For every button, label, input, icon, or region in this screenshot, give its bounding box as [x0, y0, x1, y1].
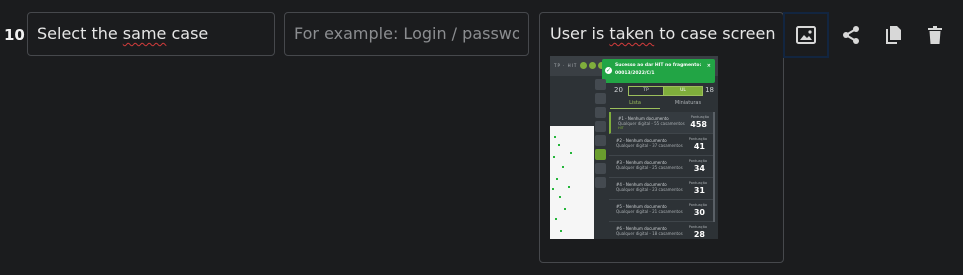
result-screenshot-thumbnail[interactable]: TP · HIT ✓ Sucesso ao dar HIT no fragmen…	[550, 56, 718, 239]
step-number: 10	[4, 26, 25, 44]
thumb-tool-active	[595, 149, 606, 160]
attach-image-button[interactable]	[783, 12, 829, 58]
thumb-result-row: #4 - Nenhum documento Qualquer digital -…	[609, 178, 713, 200]
thumb-dot	[580, 62, 587, 69]
copy-icon	[886, 26, 901, 44]
thumb-scrollbar	[713, 112, 715, 222]
thumb-tab-list: Lista	[610, 100, 660, 109]
thumb-page-left: 20	[614, 86, 623, 94]
thumb-row-subtitle: Qualquer digital - 25 casamentos	[616, 165, 683, 170]
thumb-result-row: #2 - Nenhum documento Qualquer digital -…	[609, 134, 713, 156]
thumb-logo: TP · HIT	[554, 63, 578, 68]
thumb-success-toast: ✓ Sucesso ao dar HIT no fragmento: 00013…	[602, 59, 715, 83]
thumb-row-score-label: Pontuação	[688, 181, 707, 185]
thumb-page-right: 18	[705, 86, 714, 94]
thumb-result-row: #5 - Nenhum documento Qualquer digital -…	[609, 200, 713, 222]
duplicate-step-button[interactable]	[870, 12, 916, 58]
thumb-row-score: 34	[693, 164, 705, 173]
thumb-row-score: 30	[693, 208, 705, 217]
thumb-tool	[595, 107, 606, 118]
thumb-row-score: 41	[693, 142, 705, 151]
thumb-row-subtitle: Qualquer digital - 18 casamentos	[616, 231, 683, 236]
step-data-field[interactable]	[284, 12, 529, 56]
thumb-row-subtitle: Qualquer digital - 55 casamentos	[618, 121, 685, 126]
result-text-misspelled: taken	[609, 24, 655, 43]
step-expected-result-field[interactable]: User is taken to case screen TP · HIT ✓ …	[539, 12, 784, 263]
thumb-tool	[595, 93, 606, 104]
thumb-tool	[595, 121, 606, 132]
thumb-toast-close-icon: ×	[706, 63, 711, 69]
thumb-check-icon: ✓	[605, 67, 612, 74]
action-text-suffix: case	[166, 24, 209, 43]
thumb-tool	[595, 79, 606, 90]
thumb-seg-left: TP	[628, 86, 664, 96]
thumb-row-score-label: Pontuação	[688, 159, 707, 163]
thumb-row-score: 458	[690, 120, 707, 129]
thumb-result-row: #6 - Nenhum documento Qualquer digital -…	[609, 222, 713, 239]
thumb-tool	[595, 163, 606, 174]
thumb-row-subtitle: Qualquer digital - 21 casamentos	[616, 209, 683, 214]
thumb-tool	[595, 135, 606, 146]
share-icon	[843, 26, 859, 44]
thumb-result-row: #1 - Nenhum documento Qualquer digital -…	[609, 112, 715, 134]
thumb-row-subtitle: Qualquer digital - 37 casamentos	[616, 143, 683, 148]
result-text-prefix: User is	[550, 24, 610, 43]
thumb-tabs: Lista Miniaturas	[610, 100, 714, 110]
thumb-row-hit: HIT	[618, 126, 624, 130]
thumb-fingerprint-image	[550, 126, 594, 239]
thumb-row-score-label: Pontuação	[690, 115, 709, 119]
share-button[interactable]	[828, 12, 874, 58]
action-text-prefix: Select the	[37, 24, 123, 43]
thumb-tab-thumbnails: Miniaturas	[674, 100, 702, 106]
step-data-input[interactable]	[294, 13, 519, 55]
thumb-row-score: 31	[693, 186, 705, 195]
thumb-row-score-label: Pontuação	[688, 225, 707, 229]
thumb-row-subtitle: Qualquer digital - 23 casamentos	[616, 187, 683, 192]
thumb-seg-right: UL	[663, 86, 703, 96]
thumb-toast-line2: 00013/2022/C/1	[615, 71, 655, 76]
delete-step-button[interactable]	[912, 12, 958, 58]
thumb-toast-line1: Sucesso ao dar HIT no fragmento:	[615, 63, 702, 68]
expected-result-text: User is taken to case screen	[550, 24, 775, 43]
thumb-result-row: #3 - Nenhum documento Qualquer digital -…	[609, 156, 713, 178]
thumb-row-score-label: Pontuação	[688, 203, 707, 207]
result-text-suffix: to case screen	[654, 24, 776, 43]
trash-icon	[928, 25, 942, 44]
thumb-row-score: 28	[693, 230, 705, 239]
thumb-tool	[595, 177, 606, 188]
action-text-misspelled: same	[122, 24, 167, 43]
thumb-pager: 20 TP UL 18	[614, 85, 718, 96]
thumb-dot	[589, 62, 596, 69]
thumb-row-score-label: Pontuação	[688, 137, 707, 141]
image-icon	[796, 26, 816, 44]
step-action-field[interactable]: Select the same case	[27, 12, 275, 56]
